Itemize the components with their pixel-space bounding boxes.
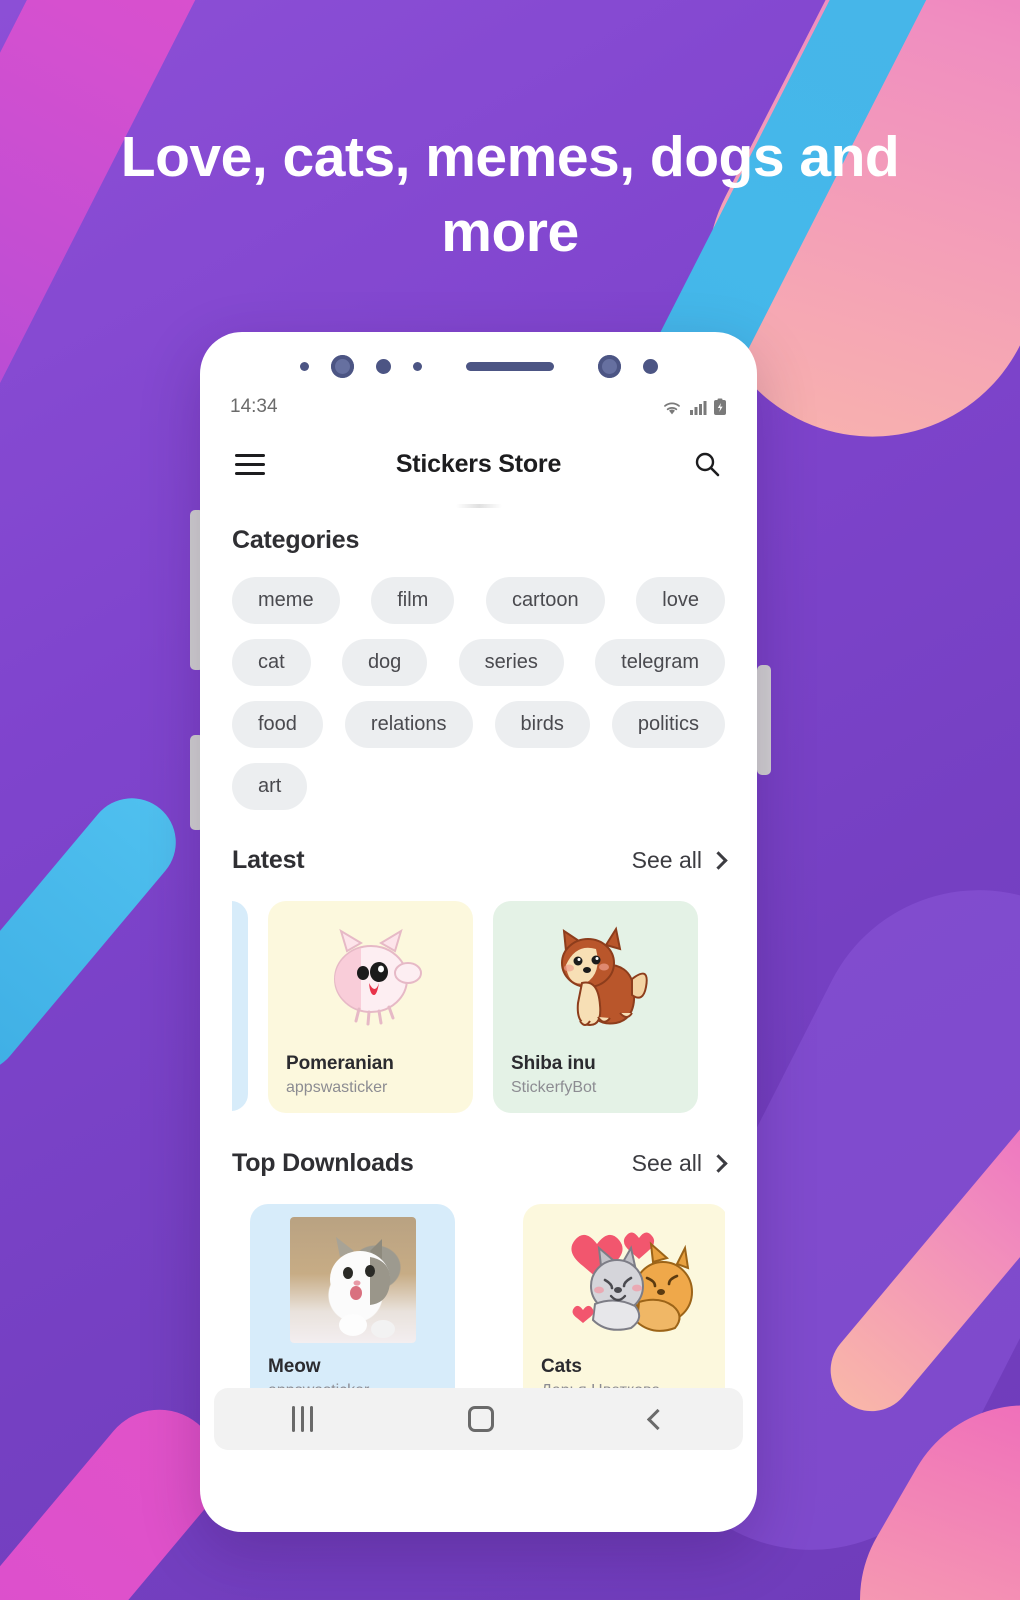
card-title: Cats <box>541 1356 582 1377</box>
categories-title: Categories <box>232 526 360 554</box>
top-downloads-card-rail[interactable]: Meow appswasticker <box>232 1204 725 1416</box>
card-title: Meow <box>268 1356 321 1377</box>
category-chip[interactable]: series <box>458 639 564 686</box>
cat-photo-thumbnail <box>289 1217 416 1343</box>
nav-home-button[interactable] <box>438 1396 524 1442</box>
sensor-dot-icon <box>412 361 422 371</box>
app-bar: Stickers Store <box>200 428 757 500</box>
categories-section: Categories meme film cartoon love cat do… <box>232 508 725 810</box>
latest-see-all-link[interactable]: See all <box>631 847 728 874</box>
phone-sensor-row <box>200 332 757 386</box>
search-button[interactable] <box>687 444 727 484</box>
sticker-card[interactable]: Pomeranian appswasticker <box>268 901 473 1113</box>
category-chip[interactable]: dog <box>341 639 428 686</box>
latest-card-rail[interactable]: Pomeranian appswasticker Shiba inu Stick… <box>232 901 725 1113</box>
hamburger-menu-button[interactable] <box>230 444 270 484</box>
latest-title: Latest <box>232 846 305 874</box>
latest-section-header: Latest See all <box>232 846 728 875</box>
category-chip[interactable]: cat <box>232 639 311 686</box>
pomeranian-sticker <box>268 901 473 1053</box>
see-all-label: See all <box>631 847 702 873</box>
category-chip-list: meme film cartoon love cat dog series te… <box>232 577 725 810</box>
card-title: Pomeranian <box>286 1053 394 1074</box>
page-title: Stickers Store <box>395 449 562 478</box>
wifi-icon <box>664 402 680 414</box>
chevron-right-icon <box>709 851 728 870</box>
top-downloads-see-all-link[interactable]: See all <box>631 1150 728 1177</box>
sensor-dot-icon <box>299 361 309 371</box>
see-all-label: See all <box>631 1150 702 1176</box>
cats-hug-sticker <box>523 1204 725 1356</box>
card-label: Pomeranian appswasticker <box>268 1053 473 1097</box>
category-chip[interactable]: film <box>371 577 455 624</box>
status-time: 14:34 <box>230 396 278 417</box>
category-chip[interactable]: cartoon <box>485 577 605 624</box>
card-title: Shiba inu <box>511 1053 596 1074</box>
category-chip[interactable]: food <box>232 701 323 748</box>
back-icon <box>647 1408 669 1430</box>
category-chip[interactable]: meme <box>232 577 340 624</box>
signal-bars-icon <box>690 400 707 415</box>
top-downloads-title: Top Downloads <box>232 1149 414 1177</box>
hamburger-menu-icon <box>235 448 265 481</box>
sensor-dot-icon <box>642 358 658 374</box>
android-nav-bar <box>214 1388 743 1450</box>
decor-cyan-bar-bottom-left <box>0 780 194 1090</box>
earpiece-speaker <box>465 361 554 371</box>
category-chip[interactable]: birds <box>494 701 590 748</box>
battery-charging-icon <box>714 398 726 415</box>
status-icon-group <box>661 398 727 416</box>
sticker-card[interactable]: Meow appswasticker <box>250 1204 455 1416</box>
nav-back-button[interactable] <box>620 1402 695 1437</box>
shiba-inu-sticker <box>493 901 698 1053</box>
nav-recents-button[interactable] <box>262 1396 343 1442</box>
sensor-dot-icon <box>597 354 621 378</box>
search-icon <box>695 452 720 477</box>
top-downloads-section-header: Top Downloads See all <box>232 1149 728 1178</box>
rail-peek-card[interactable] <box>232 901 248 1111</box>
sticker-card[interactable]: Cats Дарья Цветкова <box>523 1204 725 1416</box>
category-chip[interactable]: relations <box>344 701 473 748</box>
category-chip[interactable]: telegram <box>595 639 725 686</box>
category-chip[interactable]: politics <box>611 701 725 748</box>
category-chip[interactable]: art <box>232 763 308 810</box>
store-content: Categories meme film cartoon love cat do… <box>200 508 757 1416</box>
chevron-right-icon <box>709 1154 728 1173</box>
sticker-card[interactable]: Shiba inu StickerfyBot <box>493 901 698 1113</box>
cat-photo-sticker <box>250 1204 455 1356</box>
phone-mockup: 14:34 Stickers Store Categories meme fil… <box>200 332 757 1532</box>
card-label: Shiba inu StickerfyBot <box>493 1053 698 1097</box>
sensor-dot-icon <box>375 358 391 374</box>
card-author: appswasticker <box>286 1079 388 1096</box>
home-icon <box>468 1406 495 1432</box>
promo-headline: Love, cats, memes, dogs and more <box>120 125 900 265</box>
recents-icon <box>291 1406 313 1432</box>
status-bar: 14:34 <box>200 386 757 428</box>
category-chip[interactable]: love <box>636 577 725 624</box>
phone-power-button[interactable] <box>757 665 771 775</box>
card-author: StickerfyBot <box>511 1079 597 1096</box>
front-camera-icon <box>330 354 354 378</box>
